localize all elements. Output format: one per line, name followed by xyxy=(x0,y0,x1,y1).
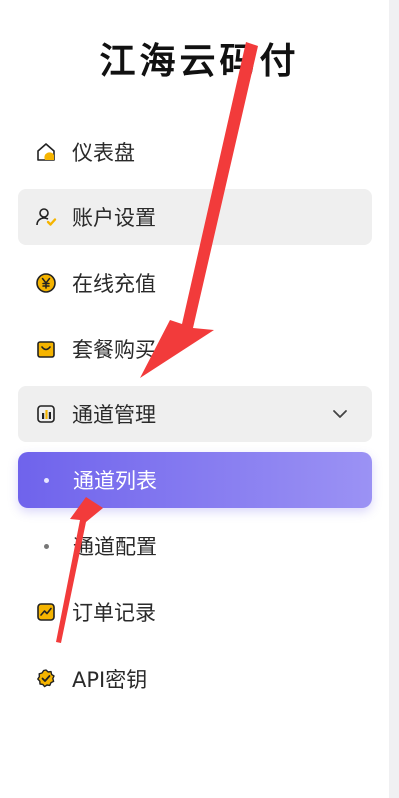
menu-item-channel-management[interactable]: 通道管理 xyxy=(18,386,372,442)
submenu-item-channel-list[interactable]: 通道列表 xyxy=(18,452,372,508)
brand-title: 江海云码付 xyxy=(99,41,300,82)
bullet-dot xyxy=(44,543,49,549)
menu-label-channel-management: 通道管理 xyxy=(72,403,156,427)
submenu-label-channel-list: 通道列表 xyxy=(73,469,157,493)
content-area-edge xyxy=(389,0,399,798)
order-chart-icon xyxy=(34,600,58,624)
menu-label-account-settings: 账户设置 xyxy=(72,206,156,230)
menu-item-order-records[interactable]: 订单记录 xyxy=(18,584,372,640)
channel-chart-icon xyxy=(34,402,58,426)
dashboard-icon xyxy=(34,140,58,164)
api-key-icon xyxy=(34,667,58,691)
menu-item-online-recharge[interactable]: 在线充值 xyxy=(18,255,372,311)
menu-label-api-key: API密钥 xyxy=(72,668,148,692)
menu-item-package-purchase[interactable]: 套餐购买 xyxy=(18,321,372,377)
menu-label-dashboard: 仪表盘 xyxy=(72,141,135,165)
menu-item-dashboard[interactable]: 仪表盘 xyxy=(18,124,372,180)
menu-label-package-purchase: 套餐购买 xyxy=(72,338,156,362)
menu-label-order-records: 订单记录 xyxy=(72,601,156,625)
yen-coin-icon xyxy=(34,271,58,295)
submenu-label-channel-config: 通道配置 xyxy=(73,535,157,559)
chevron-down-icon xyxy=(333,410,347,418)
submenu-item-channel-config[interactable]: 通道配置 xyxy=(18,518,372,574)
user-settings-icon xyxy=(34,205,58,229)
package-icon xyxy=(34,337,58,361)
menu-item-api-key[interactable]: API密钥 xyxy=(18,651,372,707)
menu-label-online-recharge: 在线充值 xyxy=(72,272,156,296)
bullet-dot xyxy=(44,477,49,483)
menu-item-account-settings[interactable]: 账户设置 xyxy=(18,189,372,245)
